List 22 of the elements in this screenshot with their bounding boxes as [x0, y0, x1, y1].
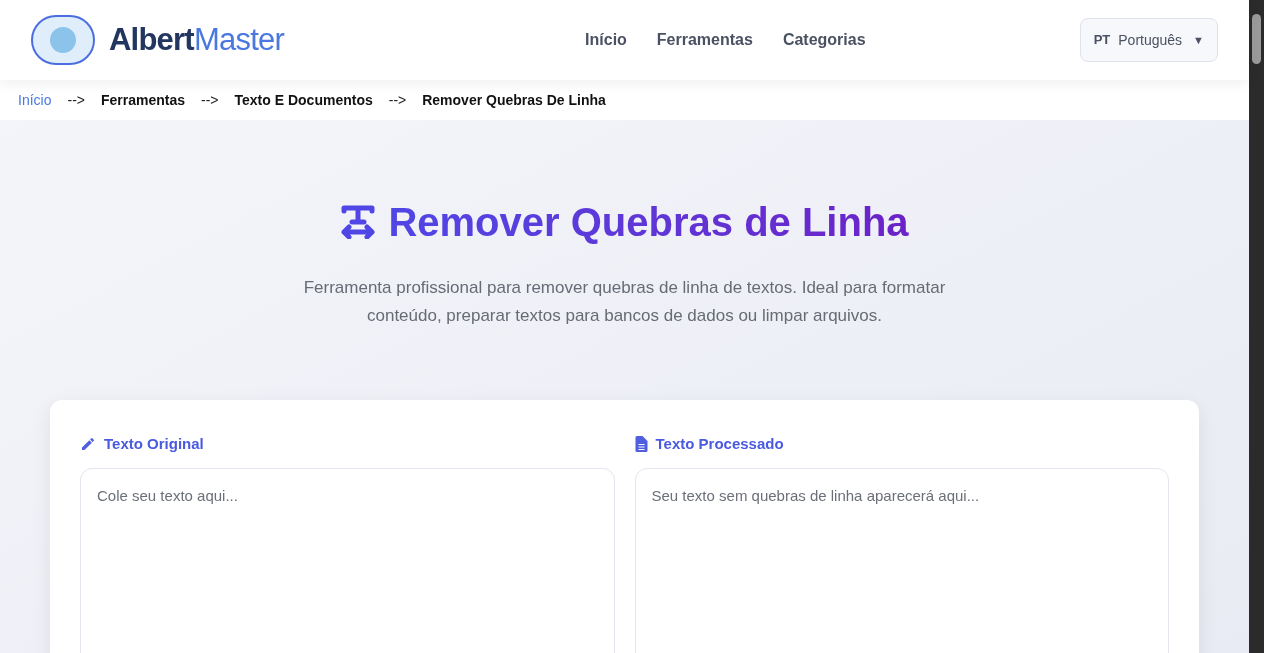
language-select[interactable]: PT Português ▼	[1079, 18, 1218, 62]
pencil-icon	[80, 436, 96, 453]
breadcrumb-link[interactable]: Início	[18, 89, 52, 111]
page-description: Ferramenta profissional para remover quebras de linha de textos. Ideal para formatar conteúdo, preparar textos para bancos de dados ou limpar arquivos.	[302, 277, 947, 327]
scrollbar[interactable]	[1249, 0, 1264, 653]
breadcrumb-item: Remover Quebras De Linha	[422, 90, 606, 110]
brand-logo[interactable]: AlbertMaster	[109, 16, 284, 64]
panel-label: Texto Processado	[655, 434, 784, 454]
breadcrumb-separator: -->	[67, 90, 85, 110]
breadcrumb-item: Ferramentas	[100, 90, 185, 110]
nav-link[interactable]: Categorias	[782, 28, 866, 52]
input-text-field[interactable]: Cole seu texto aqui...	[80, 467, 615, 653]
text-width-icon	[340, 205, 377, 239]
nav-link[interactable]: Início	[585, 28, 627, 52]
output-text-field[interactable]: Seu texto sem quebras de linha aparecerá aqui...	[634, 467, 1169, 653]
breadcrumb-item: Texto E Documentos	[234, 90, 373, 110]
nav-link[interactable]: Ferramentas	[656, 28, 753, 52]
document-icon	[634, 436, 648, 453]
breadcrumb-separator: -->	[388, 90, 407, 110]
panel-label: Texto Original	[104, 434, 204, 454]
logo-icon[interactable]	[31, 15, 95, 65]
breadcrumb-separator: -->	[201, 90, 219, 110]
